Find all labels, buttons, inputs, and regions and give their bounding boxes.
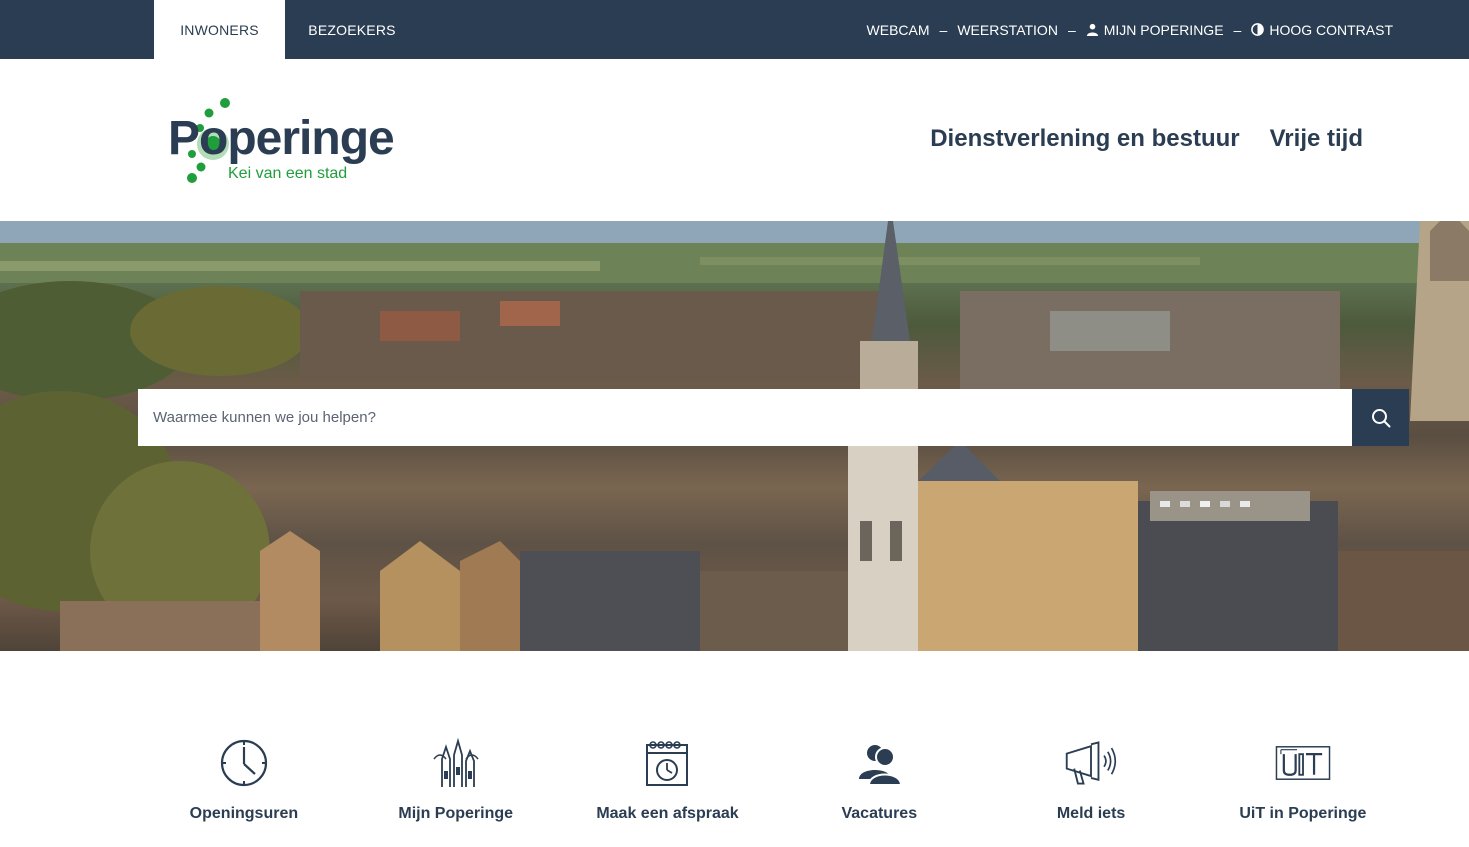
top-bar: INWONERS BEZOEKERS WEBCAM – WEERSTATION … xyxy=(0,0,1469,59)
separator: – xyxy=(1233,21,1242,38)
logo-tagline: Kei van een stad xyxy=(228,165,348,182)
user-icon xyxy=(1086,23,1098,36)
separator: – xyxy=(1067,21,1076,38)
tab-bezoekers[interactable]: BEZOEKERS xyxy=(285,0,419,59)
megaphone-icon xyxy=(1065,741,1117,785)
poperinge-logo[interactable]: Poperinge Kei van een stad xyxy=(168,97,413,189)
separator: – xyxy=(939,21,948,38)
contrast-icon xyxy=(1251,23,1265,36)
uit-icon xyxy=(1275,746,1331,780)
search-button[interactable] xyxy=(1352,389,1409,446)
main-navigation: Dienstverlening en bestuur Vrije tijd xyxy=(930,125,1363,153)
utility-links: WEBCAM – WEERSTATION – MIJN POPERINGE – … xyxy=(867,0,1393,59)
site-header: Poperinge Kei van een stad Dienstverleni… xyxy=(0,59,1469,221)
quicklink-uit-in-poperinge[interactable]: UiT in Poperinge xyxy=(1197,735,1409,835)
hero-banner xyxy=(0,221,1469,651)
calendar-icon xyxy=(646,741,689,786)
nav-dienstverlening[interactable]: Dienstverlening en bestuur xyxy=(930,125,1239,153)
quicklink-openingsuren[interactable]: Openingsuren xyxy=(138,735,350,835)
logo-wordmark: Poperinge xyxy=(168,112,395,165)
weerstation-link[interactable]: WEERSTATION xyxy=(957,22,1058,38)
quick-links: Openingsuren Mijn Poperinge Maak een afs… xyxy=(138,735,1409,835)
search-input[interactable] xyxy=(138,389,1352,446)
hoog-contrast-link[interactable]: HOOG CONTRAST xyxy=(1251,22,1393,38)
quicklink-meld-iets[interactable]: Meld iets xyxy=(985,735,1197,835)
search-bar xyxy=(138,389,1409,446)
quicklink-maak-afspraak[interactable]: Maak een afspraak xyxy=(562,735,774,835)
mijn-poperinge-link[interactable]: MIJN POPERINGE xyxy=(1086,22,1224,38)
quicklink-mijn-poperinge[interactable]: Mijn Poperinge xyxy=(350,735,562,835)
search-icon xyxy=(1371,408,1390,427)
tab-inwoners[interactable]: INWONERS xyxy=(154,0,285,59)
webcam-link[interactable]: WEBCAM xyxy=(867,22,930,38)
nav-vrije-tijd[interactable]: Vrije tijd xyxy=(1270,125,1363,153)
people-icon xyxy=(859,745,903,786)
quicklink-vacatures[interactable]: Vacatures xyxy=(773,735,985,835)
clock-icon xyxy=(220,739,267,787)
towers-icon xyxy=(433,737,479,787)
